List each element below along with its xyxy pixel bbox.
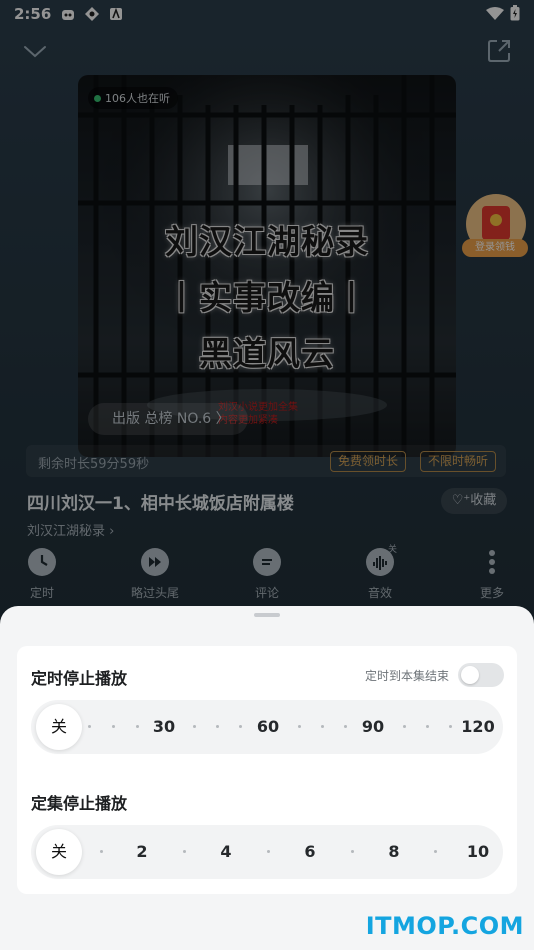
timer-bottom-sheet: 定时停止播放 定时到本集结束 关 30 60 90 120 定集停止播放 关 2… — [0, 606, 534, 950]
tick — [298, 725, 301, 728]
tick — [100, 850, 103, 853]
toggle-knob — [461, 666, 479, 684]
episode-option-off[interactable]: 关 — [36, 829, 82, 875]
tick — [216, 725, 219, 728]
episode-option-8[interactable]: 8 — [374, 825, 414, 879]
timer-option-60[interactable]: 60 — [248, 700, 288, 754]
tick — [88, 725, 91, 728]
episode-option-6[interactable]: 6 — [290, 825, 330, 879]
timer-option-90[interactable]: 90 — [353, 700, 393, 754]
episode-option-2[interactable]: 2 — [122, 825, 162, 879]
tick — [449, 725, 452, 728]
watermark: ITMOP.COM — [365, 912, 524, 940]
tick — [136, 725, 139, 728]
tick — [344, 725, 347, 728]
timer-option-120[interactable]: 120 — [458, 700, 498, 754]
tick — [112, 725, 115, 728]
timer-options-track: 关 30 60 90 120 — [31, 700, 503, 754]
timer-section-title: 定时停止播放 — [31, 669, 128, 688]
tick — [193, 725, 196, 728]
timer-option-off[interactable]: 关 — [36, 704, 82, 750]
timer-option-30[interactable]: 30 — [144, 700, 184, 754]
episode-option-4[interactable]: 4 — [206, 825, 246, 879]
tick — [426, 725, 429, 728]
tick — [267, 850, 270, 853]
episode-options-track: 关 2 4 6 8 10 — [31, 825, 503, 879]
episode-option-10[interactable]: 10 — [458, 825, 498, 879]
episode-end-label: 定时到本集结束 — [364, 669, 449, 683]
tick — [434, 850, 437, 853]
tick — [239, 725, 242, 728]
sheet-drag-handle[interactable] — [254, 613, 280, 617]
timer-settings-card: 定时停止播放 定时到本集结束 关 30 60 90 120 定集停止播放 关 2… — [17, 646, 517, 894]
tick — [351, 850, 354, 853]
episode-end-toggle[interactable] — [458, 663, 504, 687]
tick — [183, 850, 186, 853]
tick — [403, 725, 406, 728]
episodes-section-title: 定集停止播放 — [31, 794, 128, 813]
tick — [321, 725, 324, 728]
